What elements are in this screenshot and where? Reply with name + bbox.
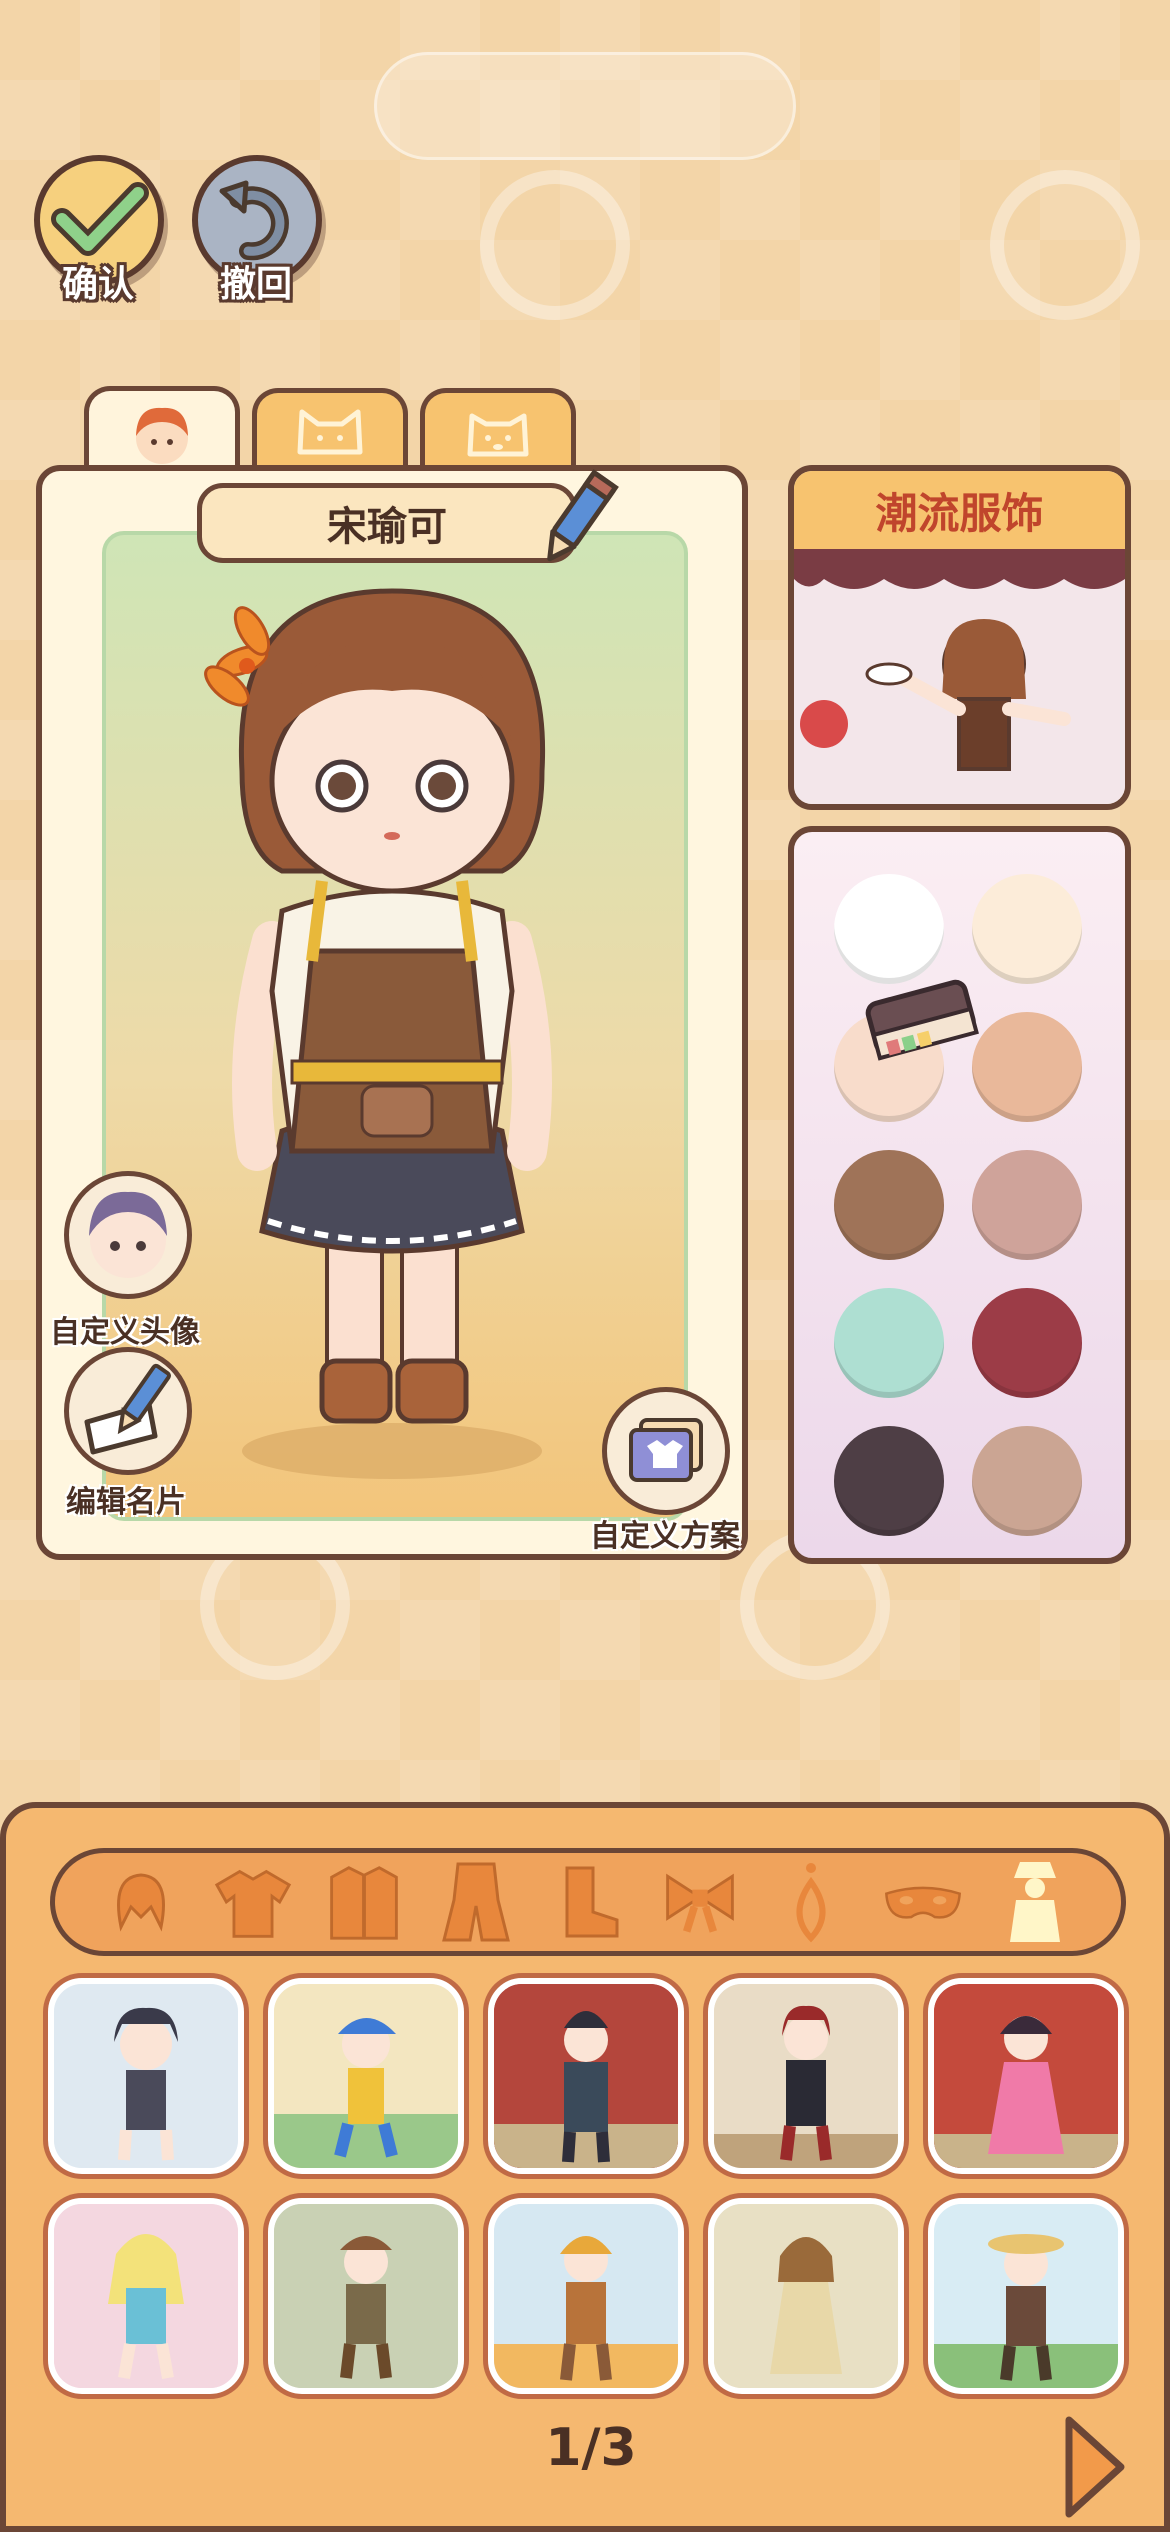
outfit-thumbnail[interactable]: [488, 1978, 684, 2174]
earring-icon[interactable]: [771, 1862, 851, 1943]
dog-face-icon: [467, 413, 529, 456]
confirm-label: 确认: [62, 264, 135, 305]
edit-card-label: 编辑名片: [66, 1485, 186, 1520]
character-name: 宋瑜可: [327, 504, 447, 550]
color-swatch[interactable]: [834, 1288, 944, 1398]
color-swatch[interactable]: [972, 1012, 1082, 1122]
outfit-thumbnail[interactable]: [928, 2198, 1124, 2394]
avatar-portrait-icon: [89, 1191, 167, 1278]
tab-dog[interactable]: [420, 388, 576, 470]
outfit-icon[interactable]: [436, 1862, 516, 1942]
card-pencil-icon: [84, 1363, 171, 1455]
color-swatch[interactable]: [834, 1426, 944, 1536]
color-swatch[interactable]: [834, 1150, 944, 1260]
category-bar: [50, 1848, 1126, 1956]
page-indicator: 1/3: [545, 2418, 637, 2478]
color-swatch[interactable]: [972, 874, 1082, 984]
outfit-thumbnail[interactable]: [708, 1978, 904, 2174]
next-page-arrow-icon[interactable]: [1059, 2412, 1129, 2522]
top-title-pill: [374, 52, 796, 160]
outfit-thumbnail[interactable]: [268, 1978, 464, 2174]
character-avatar: [204, 588, 552, 1479]
full-look-icon[interactable]: [995, 1862, 1075, 1942]
custom-scheme-label: 自定义方案: [590, 1519, 740, 1554]
custom-avatar-button[interactable]: [64, 1171, 192, 1299]
trend-outfit-illustration: [794, 549, 1125, 804]
boots-icon[interactable]: [548, 1862, 628, 1942]
outfit-thumbnail[interactable]: [48, 2198, 244, 2394]
color-swatch[interactable]: [834, 874, 944, 984]
custom-avatar-label: 自定义头像: [50, 1315, 200, 1350]
character-name-plate[interactable]: 宋瑜可: [197, 483, 577, 563]
outfit-thumbnail[interactable]: [48, 1978, 244, 2174]
bow-icon[interactable]: [660, 1862, 740, 1942]
undo-label: 撤回: [220, 264, 293, 305]
mask-icon[interactable]: [883, 1862, 963, 1942]
edit-card-button[interactable]: [64, 1347, 192, 1475]
color-swatch[interactable]: [972, 1426, 1082, 1536]
outfit-thumbnail[interactable]: [488, 2198, 684, 2394]
bg-sun-decoration: [990, 170, 1140, 320]
color-swatch[interactable]: [972, 1288, 1082, 1398]
trend-title: 潮流服饰: [794, 471, 1125, 549]
outfit-thumbnail[interactable]: [928, 1978, 1124, 2174]
tab-cat[interactable]: [252, 388, 408, 470]
paint-brush-icon[interactable]: [862, 972, 982, 1072]
custom-scheme-button[interactable]: [602, 1387, 730, 1515]
outfit-thumbnail[interactable]: [708, 2198, 904, 2394]
outfit-thumbnail[interactable]: [268, 2198, 464, 2394]
character-panel: 宋瑜可 自定义头像 编辑名片 自定义方案: [36, 465, 748, 1560]
color-palette-panel: [788, 826, 1131, 1564]
wardrobe-panel: 1/3: [0, 1802, 1170, 2532]
cat-face-icon: [297, 409, 363, 454]
trend-outfit-card[interactable]: 潮流服饰: [788, 465, 1131, 810]
color-swatch[interactable]: [972, 1150, 1082, 1260]
shirt-icon[interactable]: [213, 1862, 293, 1942]
bg-sun-decoration: [480, 170, 630, 320]
hair-icon[interactable]: [101, 1862, 181, 1942]
pencil-edit-icon[interactable]: [532, 463, 622, 573]
scheme-cards-icon: [629, 1418, 703, 1482]
coat-icon[interactable]: [324, 1862, 404, 1942]
girl-face-icon: [136, 407, 188, 464]
